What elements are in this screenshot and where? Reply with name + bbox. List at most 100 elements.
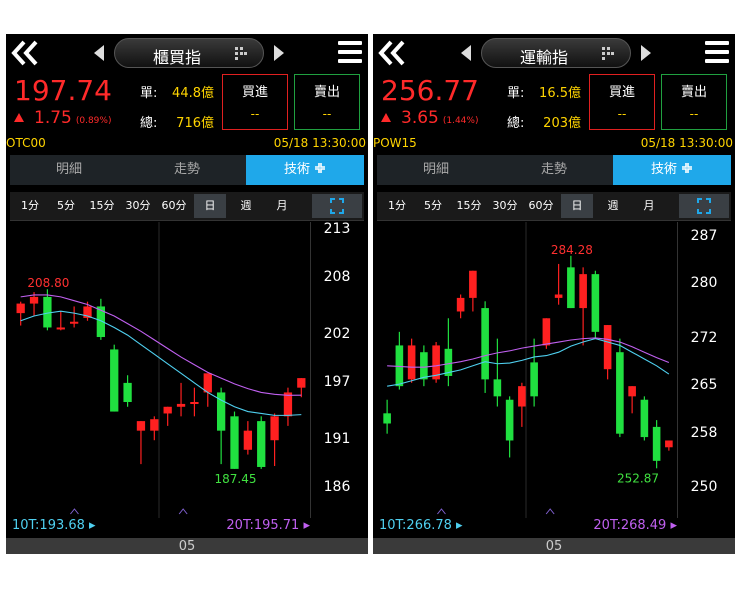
view-tabs: 明細 走勢 技術 <box>10 155 364 185</box>
candle-body <box>243 430 253 450</box>
tab-trend[interactable]: 走勢 <box>495 155 613 185</box>
period-button[interactable]: 日 <box>561 194 593 218</box>
top-bar: 運輸指 <box>373 34 735 72</box>
candle-body <box>530 362 538 397</box>
quote-time: 05/18 13:30:00 <box>273 136 366 150</box>
candle-body <box>640 399 649 438</box>
y-tick-label: 213 <box>323 221 351 237</box>
previous-arrow-icon[interactable] <box>461 45 471 61</box>
tab-technical[interactable]: 技術 <box>246 155 364 185</box>
tab-technical[interactable]: 技術 <box>613 155 731 185</box>
buy-value: -- <box>250 107 260 121</box>
high-price-label: 284.28 <box>551 243 593 257</box>
back-button[interactable] <box>10 38 40 68</box>
grid-dots-icon <box>602 47 614 61</box>
total-volume-label: 總: <box>140 116 158 131</box>
ma10-label[interactable]: 10T:193.68 ▸ <box>12 518 96 533</box>
ma-legend: 10T:193.68 ▸ 20T:195.71 ▸ <box>10 516 310 536</box>
previous-arrow-icon[interactable] <box>94 45 104 61</box>
back-button[interactable] <box>377 38 407 68</box>
title-selector: 櫃買指 <box>94 38 284 68</box>
candle-body <box>591 274 600 332</box>
candle-body <box>123 382 132 402</box>
quote-area: 197.74 1.75 (0.89%) 單: 44.8億 總: 716億 買進 -… <box>6 72 368 134</box>
menu-button[interactable] <box>338 40 362 64</box>
buy-box[interactable]: 買進 -- <box>222 74 288 130</box>
candle-body <box>257 421 266 467</box>
sell-value: -- <box>322 107 332 121</box>
grid-dots-icon <box>235 47 247 61</box>
ma10-line <box>387 338 670 387</box>
ma10-value: 10T:193.68 <box>12 518 85 533</box>
candle-body <box>420 352 428 380</box>
period-button[interactable]: 30分 <box>489 194 521 218</box>
candle-body <box>456 297 465 312</box>
menu-button[interactable] <box>705 40 729 64</box>
info-bar: OTC00 05/18 13:30:00 <box>6 135 368 153</box>
candlestick-chart: 208.80 187.45 <box>16 222 306 518</box>
double-chevron-left-icon <box>11 40 38 66</box>
last-price: 256.77 <box>381 74 479 107</box>
fullscreen-button[interactable] <box>312 194 362 218</box>
y-tick-label: 258 <box>690 424 718 441</box>
candle-body <box>665 440 673 448</box>
left-panel: 櫃買指 197.74 1.75 (0.89%) 單: 44.8億 總: 716億 … <box>6 34 368 554</box>
y-tick-label: 287 <box>690 227 718 244</box>
period-button[interactable]: 週 <box>230 194 262 218</box>
quote-time: 05/18 13:30:00 <box>640 136 733 150</box>
period-button[interactable]: 月 <box>633 194 665 218</box>
period-button[interactable]: 15分 <box>86 194 118 218</box>
next-arrow-icon[interactable] <box>641 45 651 61</box>
low-price-label: 252.87 <box>617 471 659 485</box>
candle-body <box>297 378 306 388</box>
candle-body <box>203 373 212 393</box>
high-price-label: 208.80 <box>27 276 69 290</box>
low-price-label: 187.45 <box>215 472 257 486</box>
period-button[interactable]: 60分 <box>158 194 190 218</box>
period-button[interactable]: 5分 <box>50 194 82 218</box>
ma20-value: 20T:195.71 <box>226 518 300 533</box>
x-axis-bar: 05 <box>373 538 735 554</box>
candle-body <box>407 345 416 380</box>
period-button[interactable]: 日 <box>194 194 226 218</box>
candle-body <box>16 303 25 314</box>
period-button[interactable]: 15分 <box>453 194 485 218</box>
ma20-label[interactable]: 20T:268.49 ▸ <box>593 518 677 533</box>
candle-body <box>567 267 575 309</box>
period-button[interactable]: 1分 <box>14 194 46 218</box>
period-button[interactable]: 1分 <box>381 194 413 218</box>
tab-detail[interactable]: 明細 <box>10 155 128 185</box>
period-button[interactable]: 月 <box>266 194 298 218</box>
period-button[interactable]: 30分 <box>122 194 154 218</box>
title-pill[interactable]: 櫃買指 <box>114 38 264 68</box>
tab-trend[interactable]: 走勢 <box>128 155 246 185</box>
single-volume-value: 16.5億 <box>539 86 581 101</box>
y-tick-label: 208 <box>323 268 351 285</box>
ma20-label[interactable]: 20T:195.71 ▸ <box>226 518 310 533</box>
signal-marker-icon <box>178 508 188 515</box>
y-tick-label: 186 <box>323 479 351 495</box>
title-pill[interactable]: 運輸指 <box>481 38 631 68</box>
sell-box[interactable]: 賣出 -- <box>661 74 727 130</box>
tab-detail[interactable]: 明細 <box>377 155 495 185</box>
quote-area: 256.77 3.65 (1.44%) 單: 16.5億 總: 203億 買進 -… <box>373 72 735 134</box>
period-button[interactable]: 週 <box>597 194 629 218</box>
period-button[interactable]: 60分 <box>525 194 557 218</box>
candle-body <box>110 349 119 412</box>
ma20-line <box>387 337 670 368</box>
next-arrow-icon[interactable] <box>274 45 284 61</box>
buy-label: 買進 <box>608 85 635 100</box>
change-value: 1.75 <box>34 108 72 128</box>
candle-body <box>579 274 587 309</box>
period-button[interactable]: 5分 <box>417 194 449 218</box>
total-volume-value: 716億 <box>176 116 214 131</box>
sell-box[interactable]: 賣出 -- <box>294 74 360 130</box>
x-axis-bar: 05 <box>6 538 368 554</box>
sell-label: 賣出 <box>680 85 707 100</box>
signal-marker-icon <box>437 508 446 515</box>
buy-box[interactable]: 買進 -- <box>589 74 655 130</box>
ma10-label[interactable]: 10T:266.78 ▸ <box>379 518 463 533</box>
last-price: 197.74 <box>14 74 112 107</box>
fullscreen-button[interactable] <box>679 194 729 218</box>
signal-marker-icon <box>70 508 79 515</box>
